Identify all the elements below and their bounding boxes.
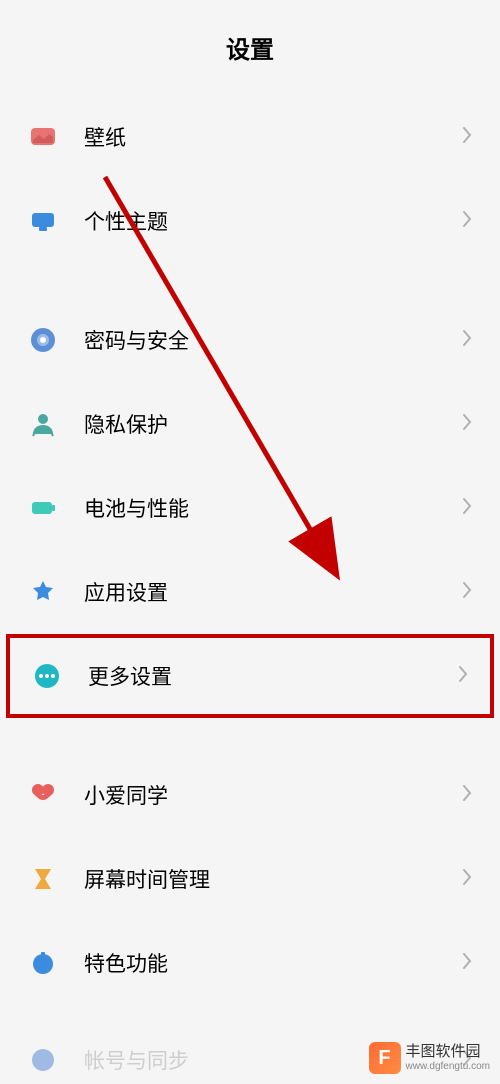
chevron-right-icon [462,581,472,604]
settings-item-label: 小爱同学 [84,780,462,810]
chevron-right-icon [458,665,468,688]
page-title: 设置 [0,30,500,65]
section-gap [0,1005,500,1040]
chevron-right-icon [462,784,472,807]
settings-item-label: 应用设置 [84,577,462,607]
apps-icon [28,577,58,607]
page-header: 设置 [0,0,500,95]
settings-item-more[interactable]: 更多设置 [6,634,494,718]
settings-item-features[interactable]: 特色功能 [0,921,500,1005]
security-icon [28,325,58,355]
more-icon [32,661,62,691]
chevron-right-icon [462,329,472,352]
theme-icon [28,206,58,236]
account-icon [28,1045,58,1075]
watermark: F 丰图软件园 www.dgfengtu.com [369,1042,491,1074]
chevron-right-icon [462,497,472,520]
settings-item-theme[interactable]: 个性主题 [0,179,500,263]
features-icon [28,948,58,978]
settings-item-label: 更多设置 [88,661,458,691]
chevron-right-icon [462,413,472,436]
settings-item-label: 电池与性能 [84,493,462,523]
section-gap [0,718,500,753]
settings-item-label: 隐私保护 [84,409,462,439]
screentime-icon [28,864,58,894]
settings-item-screentime[interactable]: 屏幕时间管理 [0,837,500,921]
settings-item-label: 屏幕时间管理 [84,864,462,894]
settings-item-label: 个性主题 [84,206,462,236]
watermark-logo: F [369,1042,401,1074]
xiaoai-icon [28,780,58,810]
settings-item-privacy[interactable]: 隐私保护 [0,382,500,466]
wallpaper-icon [28,122,58,152]
chevron-right-icon [462,126,472,149]
chevron-right-icon [462,868,472,891]
settings-item-xiaoai[interactable]: 小爱同学 [0,753,500,837]
watermark-text: 丰图软件园 www.dgfengtu.com [406,1043,491,1073]
section-gap [0,263,500,298]
settings-item-security[interactable]: 密码与安全 [0,298,500,382]
chevron-right-icon [462,210,472,233]
privacy-icon [28,409,58,439]
chevron-right-icon [462,952,472,975]
watermark-name: 丰图软件园 [406,1043,491,1061]
settings-item-label: 壁纸 [84,122,462,152]
settings-item-label: 密码与安全 [84,325,462,355]
settings-item-apps[interactable]: 应用设置 [0,550,500,634]
battery-icon [28,493,58,523]
settings-item-label: 特色功能 [84,948,462,978]
settings-list: 壁纸 个性主题 密码与安全 隐私保护 [0,95,500,1080]
settings-item-wallpaper[interactable]: 壁纸 [0,95,500,179]
settings-item-battery[interactable]: 电池与性能 [0,466,500,550]
watermark-url: www.dgfengtu.com [406,1061,491,1073]
